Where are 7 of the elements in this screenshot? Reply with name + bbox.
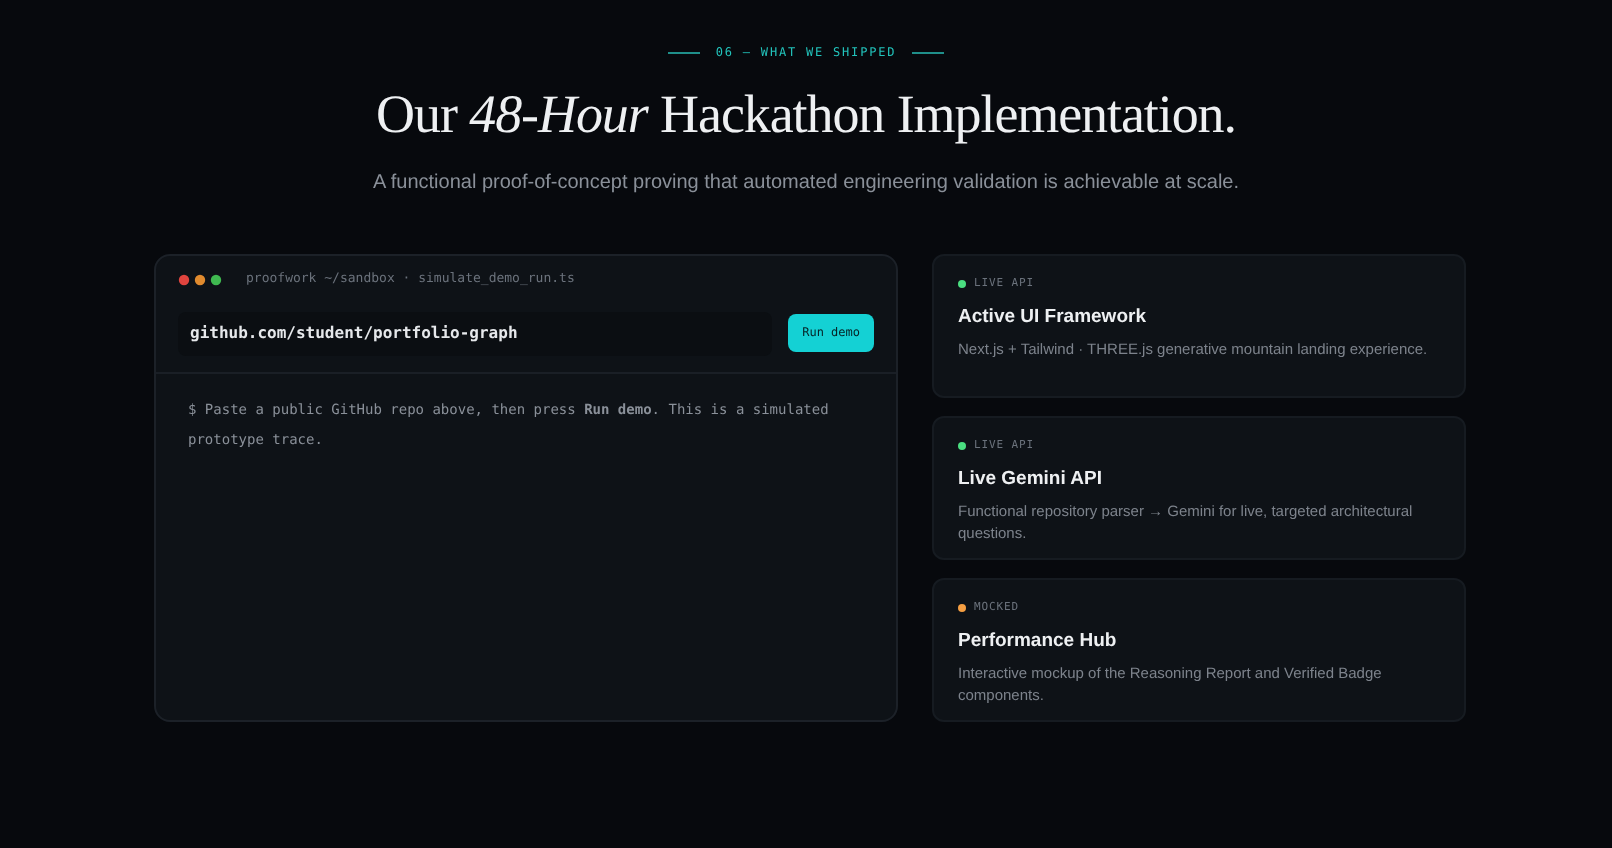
subtitle: A functional proof-of-concept proving that automated engineering validation is achievable at scale. — [372, 169, 1240, 197]
repo-input-field[interactable]: github.com/student/portfolio-graph — [178, 311, 773, 355]
window-dots-icon — [178, 273, 222, 285]
card-title: Performance Hub — [958, 627, 1119, 656]
card-title: Active UI Framework — [958, 303, 1148, 332]
page-title: Our 48-Hour Hackathon Implementation. — [376, 82, 1236, 148]
card-title: Live Gemini API — [958, 465, 1104, 494]
